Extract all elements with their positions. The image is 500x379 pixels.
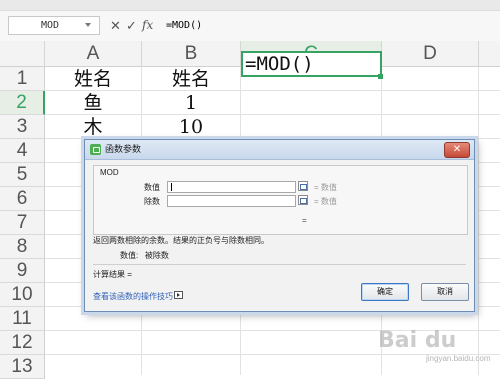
- cell-b1[interactable]: 姓名: [142, 67, 240, 91]
- cell-b3[interactable]: 10: [142, 115, 240, 139]
- cell-a1[interactable]: 姓名: [45, 67, 141, 91]
- row-header-4[interactable]: 4: [0, 139, 45, 163]
- number-input[interactable]: [167, 181, 296, 193]
- column-header-e[interactable]: [479, 41, 500, 67]
- dialog-title-bar[interactable]: 函数参数 ✕: [85, 140, 474, 160]
- arg-result-number: = 数值: [314, 183, 337, 192]
- function-name: MOD: [100, 168, 119, 177]
- function-description: 返回两数相除的余数。结果的正负号与除数相同。: [93, 236, 269, 245]
- divisor-input[interactable]: [167, 195, 296, 207]
- watermark-logo-text: Bai du: [378, 328, 457, 353]
- divider: [93, 264, 466, 265]
- top-menu-strip: [0, 0, 500, 11]
- row-header-1[interactable]: 1: [0, 67, 45, 91]
- dialog-title: 函数参数: [105, 144, 142, 154]
- column-header-a[interactable]: A: [45, 41, 142, 67]
- cell-b2[interactable]: 1: [142, 91, 240, 115]
- row-header-11[interactable]: 11: [0, 307, 45, 331]
- row-header-5[interactable]: 5: [0, 163, 45, 187]
- arg-result-divisor: = 数值: [314, 197, 337, 206]
- active-cell-c2[interactable]: =MOD(): [241, 51, 382, 77]
- parameter-description: 数值: 被除数: [120, 250, 169, 261]
- row-header-8[interactable]: 8: [0, 235, 45, 259]
- chevron-down-icon[interactable]: [85, 23, 91, 27]
- row-header-7[interactable]: 7: [0, 211, 45, 235]
- function-arguments-dialog: 函数参数 ✕ MOD 数值 = 数值 除数 = 数值 = 返回两数相除的余数。结…: [84, 139, 475, 312]
- help-link[interactable]: 查看该函数的操作技巧: [93, 291, 173, 302]
- arguments-panel: MOD 数值 = 数值 除数 = 数值: [93, 165, 468, 235]
- play-video-icon[interactable]: [174, 291, 183, 299]
- function-result-equals: =: [302, 216, 307, 225]
- baidu-watermark: Bai du jingyan.baidu.com: [378, 328, 496, 372]
- close-icon[interactable]: ✕: [444, 142, 470, 158]
- watermark-url: jingyan.baidu.com: [426, 354, 491, 363]
- cancel-icon[interactable]: ✕: [110, 18, 121, 33]
- calculation-result: 计算结果 =: [93, 270, 132, 279]
- confirm-icon[interactable]: ✓: [126, 18, 137, 33]
- select-all-corner[interactable]: [0, 41, 45, 67]
- insert-function-icon[interactable]: fx: [142, 18, 153, 33]
- column-header-b[interactable]: B: [142, 41, 241, 67]
- arg-label-number: 数值: [144, 183, 160, 192]
- cell-a3[interactable]: 木: [45, 115, 141, 139]
- row-header-13[interactable]: 13: [0, 355, 45, 379]
- param-name: 数值:: [120, 251, 139, 260]
- text-cursor: [171, 183, 172, 191]
- row-header-6[interactable]: 6: [0, 187, 45, 211]
- collapse-dialog-icon[interactable]: [298, 181, 308, 191]
- collapse-dialog-icon[interactable]: [298, 195, 308, 205]
- row-header-10[interactable]: 10: [0, 283, 45, 307]
- row-header-12[interactable]: 12: [0, 331, 45, 355]
- row-header-3[interactable]: 3: [0, 115, 45, 139]
- ok-button[interactable]: 确定: [361, 283, 409, 301]
- column-header-d[interactable]: D: [382, 41, 479, 67]
- arg-label-divisor: 除数: [144, 197, 160, 206]
- formula-input[interactable]: =MOD(): [160, 16, 500, 35]
- formula-bar: MOD ✕ ✓ fx =MOD(): [0, 11, 500, 42]
- row-header-2[interactable]: 2: [0, 91, 45, 115]
- row-header-9[interactable]: 9: [0, 259, 45, 283]
- fill-handle[interactable]: [378, 74, 383, 79]
- app-logo-icon: [90, 144, 101, 155]
- cancel-button[interactable]: 取消: [421, 283, 469, 301]
- cell-a2[interactable]: 鱼: [45, 91, 141, 115]
- param-text: 被除数: [144, 251, 169, 260]
